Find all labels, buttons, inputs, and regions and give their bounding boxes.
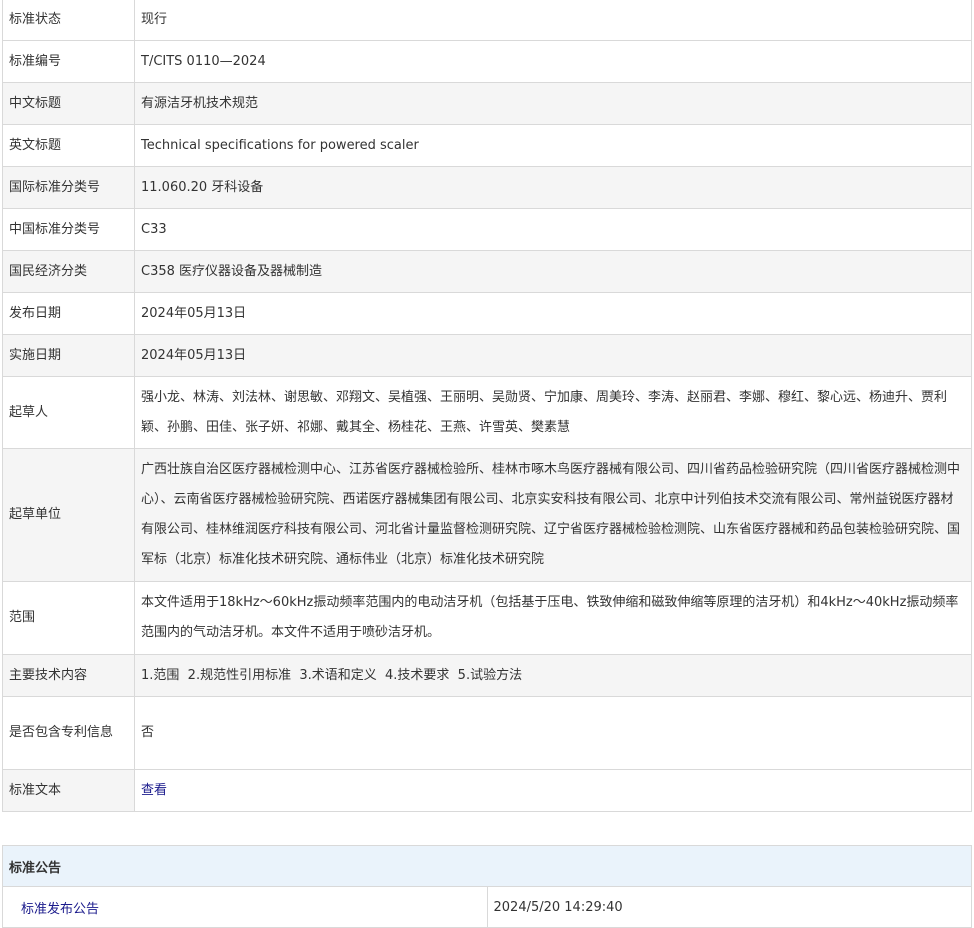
value-chinese-title: 有源洁牙机技术规范 — [134, 82, 972, 125]
row-main-content: 主要技术内容 1.范围 2.规范性引用标准 3.术语和定义 4.技术要求 5.试… — [2, 654, 972, 697]
value-ics: 11.060.20 牙科设备 — [134, 166, 972, 209]
label-main-content: 主要技术内容 — [2, 654, 135, 697]
standard-info-table: 标准状态 现行 标准编号 T/CITS 0110—2024 中文标题 有源洁牙机… — [2, 0, 972, 812]
notice-link[interactable]: 标准发布公告 — [21, 902, 99, 917]
label-economic-class: 国民经济分类 — [2, 250, 135, 293]
label-scope: 范围 — [2, 581, 135, 655]
row-english-title: 英文标题 Technical specifications for powere… — [2, 124, 972, 167]
value-standard-number: T/CITS 0110—2024 — [134, 40, 972, 83]
notice-header: 标准公告 — [2, 845, 972, 887]
label-english-title: 英文标题 — [2, 124, 135, 167]
label-drafting-units: 起草单位 — [2, 448, 135, 582]
value-publish-date: 2024年05月13日 — [134, 292, 972, 335]
notice-row: 标准发布公告 2024/5/20 14:29:40 — [2, 886, 972, 928]
label-standard-number: 标准编号 — [2, 40, 135, 83]
value-standard-text-cell: 查看 — [134, 769, 972, 812]
value-drafting-units: 广西壮族自治区医疗器械检测中心、江苏省医疗器械检验所、桂林市啄木鸟医疗器械有限公… — [134, 448, 972, 582]
row-implement-date: 实施日期 2024年05月13日 — [2, 334, 972, 377]
label-ics: 国际标准分类号 — [2, 166, 135, 209]
view-link[interactable]: 查看 — [141, 783, 167, 798]
value-patent: 否 — [134, 696, 972, 770]
value-implement-date: 2024年05月13日 — [134, 334, 972, 377]
label-status: 标准状态 — [2, 0, 135, 41]
value-english-title: Technical specifications for powered sca… — [134, 124, 972, 167]
row-status: 标准状态 现行 — [2, 0, 972, 41]
row-chinese-title: 中文标题 有源洁牙机技术规范 — [2, 82, 972, 125]
row-drafting-units: 起草单位 广西壮族自治区医疗器械检测中心、江苏省医疗器械检验所、桂林市啄木鸟医疗… — [2, 448, 972, 582]
notice-time: 2024/5/20 14:29:40 — [486, 886, 972, 928]
value-economic-class: C358 医疗仪器设备及器械制造 — [134, 250, 972, 293]
row-publish-date: 发布日期 2024年05月13日 — [2, 292, 972, 335]
label-standard-text: 标准文本 — [2, 769, 135, 812]
row-patent: 是否包含专利信息 否 — [2, 696, 972, 770]
row-scope: 范围 本文件适用于18kHz～60kHz振动频率范围内的电动洁牙机（包括基于压电… — [2, 581, 972, 655]
label-implement-date: 实施日期 — [2, 334, 135, 377]
row-standard-text: 标准文本 查看 — [2, 769, 972, 812]
label-patent: 是否包含专利信息 — [2, 696, 135, 770]
notice-table: 标准公告 标准发布公告 2024/5/20 14:29:40 — [2, 845, 972, 928]
notice-header-row: 标准公告 — [2, 845, 972, 887]
label-chinese-title: 中文标题 — [2, 82, 135, 125]
label-publish-date: 发布日期 — [2, 292, 135, 335]
label-drafters: 起草人 — [2, 376, 135, 449]
value-status: 现行 — [134, 0, 972, 41]
row-economic-class: 国民经济分类 C358 医疗仪器设备及器械制造 — [2, 250, 972, 293]
notice-title-cell: 标准发布公告 — [2, 886, 488, 928]
row-ccs: 中国标准分类号 C33 — [2, 208, 972, 251]
value-main-content: 1.范围 2.规范性引用标准 3.术语和定义 4.技术要求 5.试验方法 — [134, 654, 972, 697]
label-ccs: 中国标准分类号 — [2, 208, 135, 251]
value-scope: 本文件适用于18kHz～60kHz振动频率范围内的电动洁牙机（包括基于压电、铁致… — [134, 581, 972, 655]
row-ics: 国际标准分类号 11.060.20 牙科设备 — [2, 166, 972, 209]
row-standard-number: 标准编号 T/CITS 0110—2024 — [2, 40, 972, 83]
value-ccs: C33 — [134, 208, 972, 251]
row-drafters: 起草人 强小龙、林涛、刘法林、谢思敏、邓翔文、吴植强、王丽明、吴勋贤、宁加康、周… — [2, 376, 972, 449]
value-drafters: 强小龙、林涛、刘法林、谢思敏、邓翔文、吴植强、王丽明、吴勋贤、宁加康、周美玲、李… — [134, 376, 972, 449]
